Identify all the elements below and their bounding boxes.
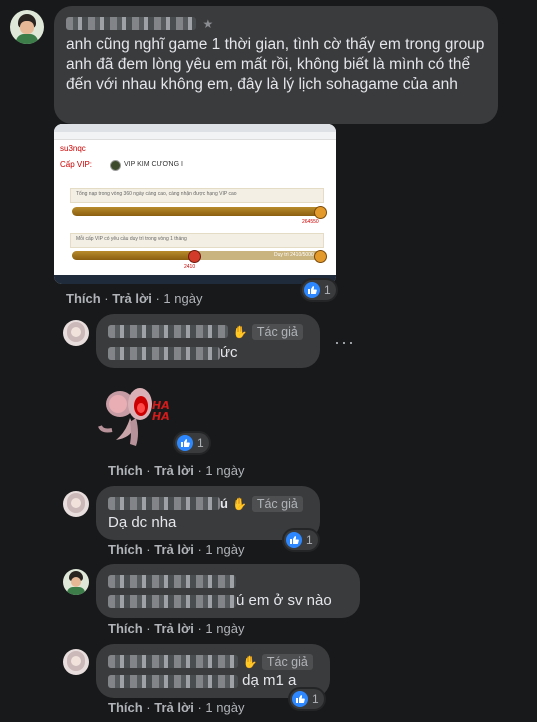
reply-action[interactable]: Trả lời [154, 621, 194, 636]
progress-bar-1 [72, 207, 324, 216]
like-icon [292, 691, 308, 707]
comment-text: anh cũng nghĩ game 1 thời gian, tình cờ … [66, 36, 485, 93]
timestamp[interactable]: 1 ngày [205, 542, 244, 557]
sticker-haha[interactable]: HA HA [96, 374, 176, 454]
row2-value: 2410 [184, 264, 196, 270]
sticker-text: HA HA [152, 399, 170, 423]
reply-bubble-1: ✋ Tác giả ức [96, 314, 320, 368]
timestamp[interactable]: 1 ngày [163, 291, 202, 306]
progress-end-2 [314, 250, 327, 263]
avatar-author[interactable] [63, 649, 89, 675]
reaction-count[interactable]: 1 [284, 530, 318, 550]
avatar-commenter[interactable] [10, 10, 44, 44]
reply-author-name[interactable] [108, 573, 236, 591]
author-badge: Tác giả [251, 324, 303, 340]
diamond-icon [110, 160, 121, 171]
attached-screenshot[interactable]: su3nqc Cấp VIP: VIP KIM CƯƠNG I Tổng nạp… [54, 124, 336, 284]
row2-text: Mỗi cấp VIP có yêu cầu duy trì trong vòn… [76, 236, 187, 242]
reply-action[interactable]: Trả lời [154, 700, 194, 715]
progress-marker-2 [188, 250, 201, 263]
row1-value: 264550 [302, 219, 319, 225]
like-action[interactable]: Thích [108, 700, 143, 715]
like-icon [286, 532, 302, 548]
reaction-count[interactable]: 1 [175, 433, 209, 453]
browser-tabbar [54, 124, 336, 132]
reaction-count[interactable]: 1 [290, 689, 324, 709]
timestamp[interactable]: 1 ngày [205, 463, 244, 478]
reply-action[interactable]: Trả lời [154, 463, 194, 478]
reply-text: ú em ở sv nào [236, 592, 332, 609]
timestamp[interactable]: 1 ngày [205, 700, 244, 715]
reply-author-name[interactable]: ú [220, 496, 228, 511]
reply-bubble-3: ú em ở sv nào [96, 564, 360, 618]
star-icon: ★ [202, 17, 214, 31]
username: su3nqc [60, 144, 86, 153]
browser-addressbar [54, 132, 336, 140]
like-icon [304, 282, 320, 298]
like-action[interactable]: Thích [108, 463, 143, 478]
author-badge: Tác giả [261, 654, 313, 670]
windows-taskbar [54, 275, 336, 284]
reply-text: dạ m1 a [242, 672, 297, 689]
row2-bar-label: Duy trì 2410/5000 [274, 252, 314, 258]
wave-icon: ✋ [242, 655, 258, 669]
avatar-author[interactable] [63, 491, 89, 517]
reaction-count[interactable]: 1 [302, 280, 336, 300]
reply-text: Dạ dc nha [108, 514, 177, 531]
author-badge: Tác giả [251, 496, 303, 512]
more-options-icon[interactable]: ··· [334, 332, 355, 353]
reply-text: ức [220, 344, 238, 361]
comment-bubble: ★ anh cũng nghĩ game 1 thời gian, tình c… [54, 6, 498, 124]
like-action[interactable]: Thích [108, 542, 143, 557]
avatar-author[interactable] [63, 320, 89, 346]
timestamp[interactable]: 1 ngày [205, 621, 244, 636]
wave-icon: ✋ [232, 325, 248, 339]
like-icon [177, 435, 193, 451]
row1-text: Tổng nạp trong vòng 360 ngày càng cao, c… [76, 191, 237, 197]
like-action[interactable]: Thích [108, 621, 143, 636]
avatar-commenter[interactable] [63, 569, 89, 595]
vip-level: VIP KIM CƯƠNG I [124, 161, 183, 168]
vip-label: Cấp VIP: [60, 160, 93, 169]
commenter-name[interactable]: ★ [66, 15, 213, 33]
reply-action[interactable]: Trả lời [154, 542, 194, 557]
wave-icon: ✋ [232, 497, 248, 511]
reply-action[interactable]: Trả lời [112, 291, 152, 306]
progress-end-1 [314, 206, 327, 219]
like-action[interactable]: Thích [66, 291, 101, 306]
